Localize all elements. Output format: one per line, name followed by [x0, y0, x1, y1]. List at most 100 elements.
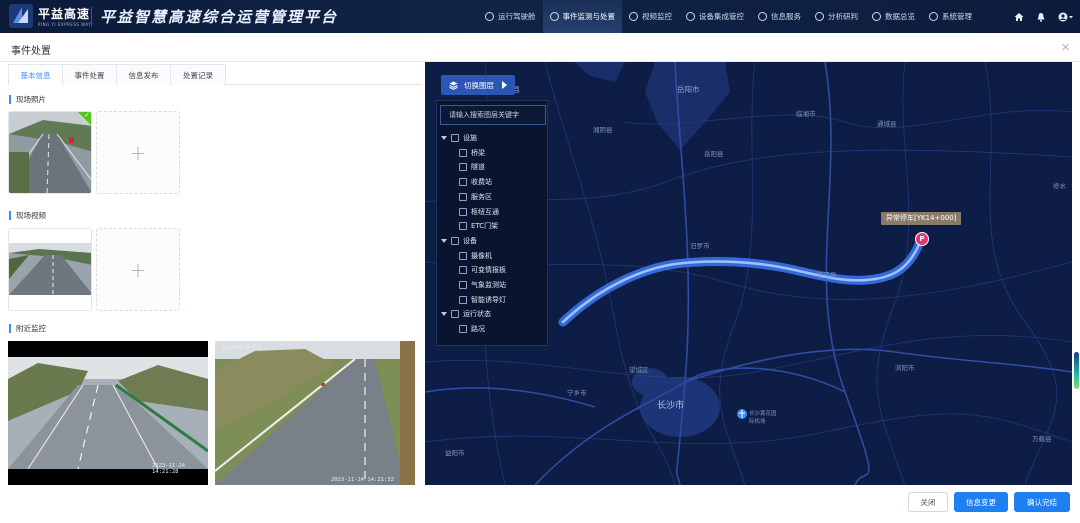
tree-item-tunnel[interactable]: 隧道 — [459, 160, 485, 173]
tree-label: 设备 — [463, 236, 477, 245]
map-label: 湘阴县 — [593, 126, 613, 134]
checkbox[interactable] — [459, 251, 467, 260]
map-label: 宁乡市 — [567, 389, 587, 397]
section-title-monitors: 附近监控 — [9, 324, 46, 333]
tree-node-facilities[interactable]: 设施 — [441, 131, 477, 144]
checkbox[interactable] — [459, 324, 467, 333]
tree-label: 智能诱导灯 — [471, 295, 506, 304]
nav-item-event-monitoring[interactable]: 事件监测与处置 — [542, 0, 622, 33]
upload-photo-button[interactable]: + — [96, 111, 180, 194]
tab-bar: 基本信息 事件处置 信息发布 处置记录 — [8, 64, 226, 85]
scene-photo[interactable]: ✓ — [8, 111, 92, 194]
nav-label: 信息服务 — [771, 12, 801, 21]
analysis-icon — [815, 12, 824, 21]
expand-icon — [441, 135, 447, 140]
map-label: 益阳市 — [445, 449, 465, 457]
map-label: 通城县 — [877, 120, 897, 128]
nav-label: 分析研判 — [828, 12, 858, 21]
checkbox[interactable] — [459, 265, 467, 274]
checkbox[interactable] — [459, 295, 467, 304]
checkbox[interactable] — [459, 162, 467, 171]
nav-item-analysis[interactable]: 分析研判 — [808, 0, 865, 33]
scene-video[interactable] — [8, 228, 92, 311]
tab-handling-records[interactable]: 处置记录 — [171, 65, 225, 85]
check-icon: ✓ — [84, 111, 90, 119]
close-button[interactable]: 关闭 — [908, 492, 948, 512]
event-label[interactable]: 异常停车[YK14+000] — [881, 212, 962, 225]
nav-item-dashboard[interactable]: 运行驾驶舱 — [478, 0, 543, 33]
tab-info-publish[interactable]: 信息发布 — [117, 65, 171, 85]
devices-icon — [686, 12, 695, 21]
tree-item-etc-gantry[interactable]: ETC门架 — [459, 219, 498, 232]
checkbox[interactable] — [459, 192, 467, 201]
tree-node-status[interactable]: 运行状态 — [441, 307, 491, 320]
dashboard-icon — [485, 12, 494, 21]
checkbox[interactable] — [459, 177, 467, 186]
map-label: 修水 — [1053, 182, 1066, 190]
tree-item-bridge[interactable]: 桥梁 — [459, 146, 485, 159]
tree-item-interchange[interactable]: 枢纽互通 — [459, 205, 499, 218]
layer-search-input[interactable]: 请输入搜索图层关键字 — [440, 105, 546, 125]
tree-item-service-area[interactable]: 服务区 — [459, 190, 492, 203]
close-icon[interactable]: ✕ — [1061, 41, 1070, 54]
monitor-camera-1[interactable]: 2023-11-24 14:21:28 — [8, 341, 208, 485]
checkbox[interactable] — [459, 221, 467, 230]
divider — [226, 84, 422, 85]
checkbox[interactable] — [459, 148, 467, 157]
nav-item-info-service[interactable]: 信息服务 — [751, 0, 808, 33]
tree-item-weather-station[interactable]: 气象监测站 — [459, 278, 506, 291]
camera-overlay: K14+000 吴仔坳 — [222, 345, 262, 351]
tree-node-equipment[interactable]: 设备 — [441, 234, 477, 247]
layer-panel: 请输入搜索图层关键字 设施 桥梁 隧道 收费站 服务区 枢纽互通 ETC门架 设… — [436, 100, 548, 346]
user-avatar-icon[interactable] — [1058, 12, 1074, 22]
event-marker-icon[interactable]: P — [915, 232, 929, 246]
home-icon[interactable] — [1014, 12, 1024, 22]
monitor-camera-2[interactable]: K14+000 吴仔坳 2023-11-24 14:21:32 — [215, 341, 415, 485]
camera-icon — [629, 12, 638, 21]
gear-icon — [929, 12, 938, 21]
tab-basic-info[interactable]: 基本信息 — [9, 65, 63, 85]
tree-item-toll-station[interactable]: 收费站 — [459, 175, 492, 188]
nav-item-devices[interactable]: 设备集成管控 — [679, 0, 751, 33]
nav-item-video[interactable]: 视频监控 — [622, 0, 679, 33]
checkbox[interactable] — [451, 309, 459, 318]
info-change-button[interactable]: 信息变更 — [954, 492, 1008, 512]
checkbox[interactable] — [459, 280, 467, 289]
tree-label: 路况 — [471, 324, 485, 333]
layers-icon — [449, 81, 458, 90]
map-label: 岳阳市 — [677, 85, 700, 94]
checkbox[interactable] — [451, 133, 459, 142]
nav-item-data[interactable]: 数据总览 — [865, 0, 922, 33]
tree-label: ETC门架 — [471, 221, 499, 230]
checkbox[interactable] — [451, 236, 459, 245]
scene-video-frame — [9, 229, 91, 310]
map-label: 岳阳县 — [704, 150, 724, 158]
zoom-slider[interactable] — [1074, 352, 1079, 389]
expand-icon — [441, 311, 447, 316]
tree-label: 摄像机 — [471, 251, 492, 260]
switch-layer-button[interactable]: 切换图层 — [441, 75, 515, 95]
bell-icon[interactable] — [1036, 12, 1046, 22]
tab-event-handling[interactable]: 事件处置 — [63, 65, 117, 85]
tree-item-camera[interactable]: 摄像机 — [459, 249, 492, 262]
upload-video-button[interactable]: + — [96, 228, 180, 311]
tree-item-road-condition[interactable]: 路况 — [459, 322, 485, 335]
confirm-complete-button[interactable]: 确认完结 — [1014, 492, 1070, 512]
tree-label: 运行状态 — [463, 309, 491, 318]
tree-item-guidance-light[interactable]: 智能诱导灯 — [459, 293, 506, 306]
checkbox[interactable] — [459, 207, 467, 216]
map-label: 望城区 — [629, 366, 649, 374]
tree-label: 隧道 — [471, 162, 485, 171]
nav-label: 数据总览 — [885, 12, 915, 21]
switch-layer-label: 切换图层 — [464, 80, 494, 90]
tree-item-vms[interactable]: 可变情报板 — [459, 263, 506, 276]
logo-divider — [91, 7, 92, 27]
logo-icon — [9, 4, 33, 28]
map-view[interactable]: 南县 岳阳市 湘阴县 通城县 平江县 长沙市 望城区 宁乡市 汨罗市 浏阳市 万… — [425, 62, 1072, 485]
tree-label: 桥梁 — [471, 148, 485, 157]
map-label: 平江县 — [817, 271, 837, 279]
expand-icon — [441, 238, 447, 243]
map-label: 长沙市 — [657, 401, 685, 411]
nav-item-system[interactable]: 系统管理 — [922, 0, 979, 33]
top-nav-bar: 平益高速 PING YI EXPRESS WAY 平益智慧高速综合运营管理平台 … — [0, 0, 1080, 33]
